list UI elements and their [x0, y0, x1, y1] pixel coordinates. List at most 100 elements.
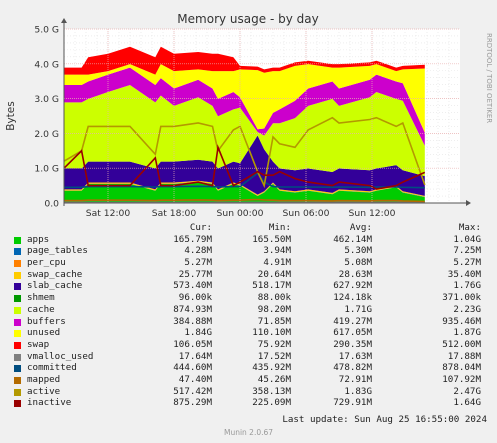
legend-avg: 462.14M — [333, 233, 372, 245]
legend-row: page_tables 4.28M 3.94M 5.30M 7.25M — [10, 245, 490, 257]
legend-max: 935.46M — [442, 315, 481, 327]
legend-avg: 1.83G — [344, 385, 372, 397]
legend-cur: 25.77M — [178, 268, 212, 280]
legend-header-avg: Avg: — [349, 222, 372, 233]
legend-label: unused — [27, 327, 61, 339]
legend-row: slab_cache 573.40M 518.17M 627.92M 1.76G — [10, 280, 490, 292]
legend-row: active 517.42M 358.13M 1.83G 2.47G — [10, 386, 490, 398]
legend-label: shmem — [27, 292, 55, 304]
chart-title: Memory usage - by day — [177, 12, 318, 26]
legend-row: unused 1.84G 110.10M 617.05M 1.87G — [10, 327, 490, 339]
legend-swatch — [14, 248, 21, 256]
legend-cur: 165.79M — [173, 233, 212, 245]
legend-row: swap_cache 25.77M 20.64M 28.63M 35.40M — [10, 269, 490, 281]
legend-max: 371.00k — [442, 292, 481, 304]
y-axis-label: Bytes — [5, 101, 17, 130]
legend-swatch — [14, 318, 21, 326]
legend-cur: 4.28M — [184, 245, 212, 257]
legend-min: 17.52M — [257, 350, 291, 362]
legend-min: 98.20M — [257, 303, 291, 315]
y-tick-label: 0.0 — [44, 199, 59, 210]
legend-cur: 517.42M — [173, 385, 212, 397]
legend-swatch — [14, 306, 21, 314]
legend-row: committed 444.60M 435.92M 478.82M 878.04M — [10, 362, 490, 374]
legend-swatch — [14, 376, 21, 384]
rrdtool-watermark: RRDTOOL / TOBI OETIKER — [485, 33, 493, 123]
y-tick-label: 5.0 G — [34, 25, 59, 36]
legend-max: 1.76G — [453, 280, 481, 292]
legend-min: 71.85M — [257, 315, 291, 327]
legend-avg: 5.30M — [344, 245, 372, 257]
legend-swatch — [14, 365, 21, 373]
legend-max: 512.00M — [442, 338, 481, 350]
legend-cur: 96.00k — [178, 292, 212, 304]
legend-swatch — [14, 400, 21, 408]
legend-avg: 28.63M — [338, 268, 372, 280]
legend-row: vmalloc_used 17.64M 17.52M 17.63M 17.88M — [10, 351, 490, 363]
legend-row: inactive 875.29M 225.09M 729.91M 1.64G — [10, 397, 490, 409]
legend-avg: 478.82M — [333, 362, 372, 374]
legend-max: 5.27M — [453, 257, 481, 269]
legend-min: 75.92M — [257, 338, 291, 350]
legend-avg: 5.08M — [344, 257, 372, 269]
legend-cur: 874.93M — [173, 303, 212, 315]
legend-swatch — [14, 260, 21, 268]
legend-min: 225.09M — [252, 397, 291, 409]
legend-label: inactive — [27, 397, 72, 409]
legend-header-cur: Cur: — [189, 222, 212, 233]
legend-avg: 1.71G — [344, 303, 372, 315]
legend-max: 35.40M — [447, 268, 481, 280]
legend-min: 165.50M — [252, 233, 291, 245]
legend-label: cache — [27, 303, 55, 315]
legend-cur: 875.29M — [173, 397, 212, 409]
legend-swatch — [14, 330, 21, 338]
legend-swatch — [14, 236, 21, 244]
legend-rows: apps 165.79M 165.50M 462.14M 1.04G page_table… — [10, 234, 490, 409]
legend-avg: 124.18k — [333, 292, 372, 304]
legend-min: 45.26M — [257, 373, 291, 385]
last-update: Last update: Sun Aug 25 16:55:00 2024 — [282, 414, 487, 425]
legend-min: 20.64M — [257, 268, 291, 280]
legend-max: 878.04M — [442, 362, 481, 374]
legend-label: per_cpu — [27, 257, 66, 269]
legend-cur: 5.27M — [184, 257, 212, 269]
legend-label: page_tables — [27, 245, 88, 257]
legend-max: 2.47G — [453, 385, 481, 397]
legend-swatch — [14, 283, 21, 291]
legend-min: 3.94M — [263, 245, 291, 257]
legend-min: 4.91M — [263, 257, 291, 269]
x-tick-label: Sun 06:00 — [283, 208, 330, 219]
chart-area: 0.0 1.0 G 2.0 G 3.0 G 4.0 G 5.0 G Sat 12:00 Sat… — [5, 12, 493, 219]
legend-max: 7.25M — [453, 245, 481, 257]
legend-avg: 617.05M — [333, 327, 372, 339]
legend-max: 1.04G — [453, 233, 481, 245]
legend-min: 110.10M — [252, 327, 291, 339]
legend-avg: 729.91M — [333, 397, 372, 409]
legend-cur: 444.60M — [173, 362, 212, 374]
y-tick-label: 4.0 G — [34, 59, 59, 70]
y-tick-label: 1.0 G — [34, 164, 59, 175]
legend-header-max: Max: — [458, 222, 481, 233]
legend-table: Cur: Min: Avg: Max: apps 165.79M 165.50M 46… — [10, 222, 490, 409]
y-tick-label: 3.0 G — [34, 94, 59, 105]
legend-min: 358.13M — [252, 385, 291, 397]
legend-swatch — [14, 271, 21, 279]
legend-row: buffers 384.88M 71.85M 419.27M 935.46M — [10, 316, 490, 328]
legend-swatch — [14, 341, 21, 349]
legend-row: shmem 96.00k 88.00k 124.18k 371.00k — [10, 292, 490, 304]
legend-cur: 106.05M — [173, 338, 212, 350]
x-tick-label: Sun 00:00 — [217, 208, 264, 219]
legend-label: apps — [27, 233, 50, 245]
legend-header-min: Min: — [268, 222, 291, 233]
legend-label: swap_cache — [27, 268, 83, 280]
x-axis-arrow — [466, 200, 471, 206]
x-tick-label: Sat 12:00 — [86, 208, 131, 219]
legend-cur: 1.84G — [184, 327, 212, 339]
legend-cur: 17.64M — [178, 350, 212, 362]
legend-avg: 72.91M — [338, 373, 372, 385]
legend-avg: 419.27M — [333, 315, 372, 327]
legend-max: 107.92M — [442, 373, 481, 385]
legend-cur: 384.88M — [173, 315, 212, 327]
legend-label: active — [27, 385, 61, 397]
legend-min: 435.92M — [252, 362, 291, 374]
